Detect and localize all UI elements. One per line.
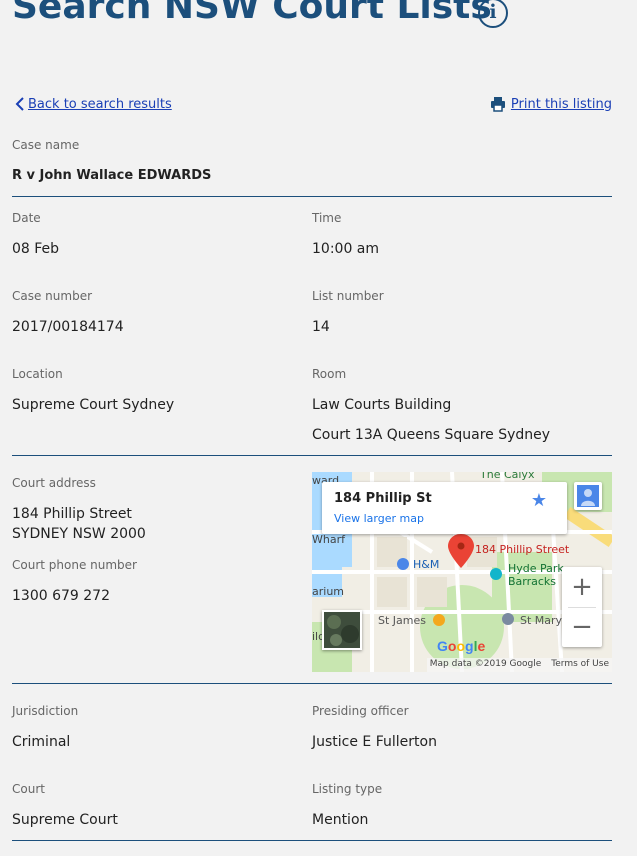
map-label-st-mary: St Mary (520, 614, 563, 627)
time-label: Time (312, 211, 342, 225)
map-label-arium: arium (312, 585, 345, 598)
court-address-line1: 184 Phillip Street (12, 506, 132, 522)
presiding-officer-value: Justice E Fullerton (312, 734, 437, 750)
map-label-barracks: Barracks (508, 575, 557, 588)
court-phone-label: Court phone number (12, 558, 137, 572)
star-icon[interactable]: ★ (531, 490, 547, 511)
presiding-officer-label: Presiding officer (312, 704, 409, 718)
location-map[interactable]: The Calyx ward Wharf H&M 184 Phillip Str… (312, 472, 612, 672)
jurisdiction-label: Jurisdiction (12, 704, 79, 718)
case-number-label: Case number (12, 289, 93, 303)
map-attribution: Map data ©2019 Google Terms of Use (426, 658, 612, 672)
map-label-st-james: St James (378, 614, 426, 627)
date-value: 08 Feb (12, 241, 60, 257)
court-value: Supreme Court (12, 812, 118, 828)
location-value: Supreme Court Sydney (12, 397, 175, 413)
jurisdiction-value: Criminal (12, 734, 71, 750)
date-label: Date (12, 211, 41, 225)
back-link-label: Back to search results (28, 96, 172, 112)
terms-of-use-link[interactable]: Terms of Use (551, 659, 609, 672)
list-number-value: 14 (312, 319, 330, 335)
case-number-value: 2017/00184174 (12, 319, 124, 335)
zoom-in-button[interactable]: + (562, 567, 602, 607)
case-name-label: Case name (12, 138, 80, 152)
map-label-wharf: Wharf (312, 533, 345, 546)
map-info-card: 184 Phillip St View larger map ★ (322, 482, 567, 534)
map-pin-label: 184 Phillip Street (475, 543, 570, 556)
print-listing-link[interactable]: Print this listing (490, 96, 612, 112)
location-label: Location (12, 367, 63, 381)
map-label-hyde-park: Hyde Park (508, 562, 564, 575)
street-view-pegman-icon[interactable] (574, 482, 602, 510)
divider (12, 840, 612, 841)
chevron-left-icon (15, 97, 24, 111)
divider (12, 683, 612, 684)
list-number-label: List number (312, 289, 384, 303)
map-label-hm: H&M (413, 558, 440, 571)
divider (12, 455, 612, 456)
map-label-calyx: The Calyx (480, 472, 535, 481)
view-larger-map-link[interactable]: View larger map (334, 512, 424, 525)
room-value-line2: Court 13A Queens Square Sydney (312, 427, 551, 443)
room-label: Room (312, 367, 347, 381)
print-link-label: Print this listing (510, 96, 612, 112)
time-value: 10:00 am (312, 241, 380, 257)
case-name-value: R v John Wallace EDWARDS (12, 168, 212, 183)
map-data-attribution: Map data ©2019 Google (429, 659, 542, 669)
map-card-title: 184 Phillip St (334, 491, 432, 506)
divider (12, 196, 612, 197)
court-address-line2: SYDNEY NSW 2000 (12, 526, 146, 542)
zoom-out-button[interactable]: − (562, 607, 602, 647)
info-icon[interactable]: i (478, 0, 508, 28)
map-zoom-control: + − (562, 567, 602, 647)
court-address-label: Court address (12, 476, 96, 490)
page-title: Search NSW Court Lists (12, 0, 492, 27)
listing-type-label: Listing type (312, 782, 383, 796)
satellite-toggle-button[interactable] (322, 610, 362, 650)
google-logo: Google (437, 638, 486, 654)
room-value-line1: Law Courts Building (312, 397, 452, 413)
court-label: Court (12, 782, 45, 796)
listing-type-value: Mention (312, 812, 369, 828)
printer-icon (490, 97, 505, 112)
court-phone-value: 1300 679 272 (12, 588, 110, 604)
back-to-search-link[interactable]: Back to search results (14, 96, 172, 112)
